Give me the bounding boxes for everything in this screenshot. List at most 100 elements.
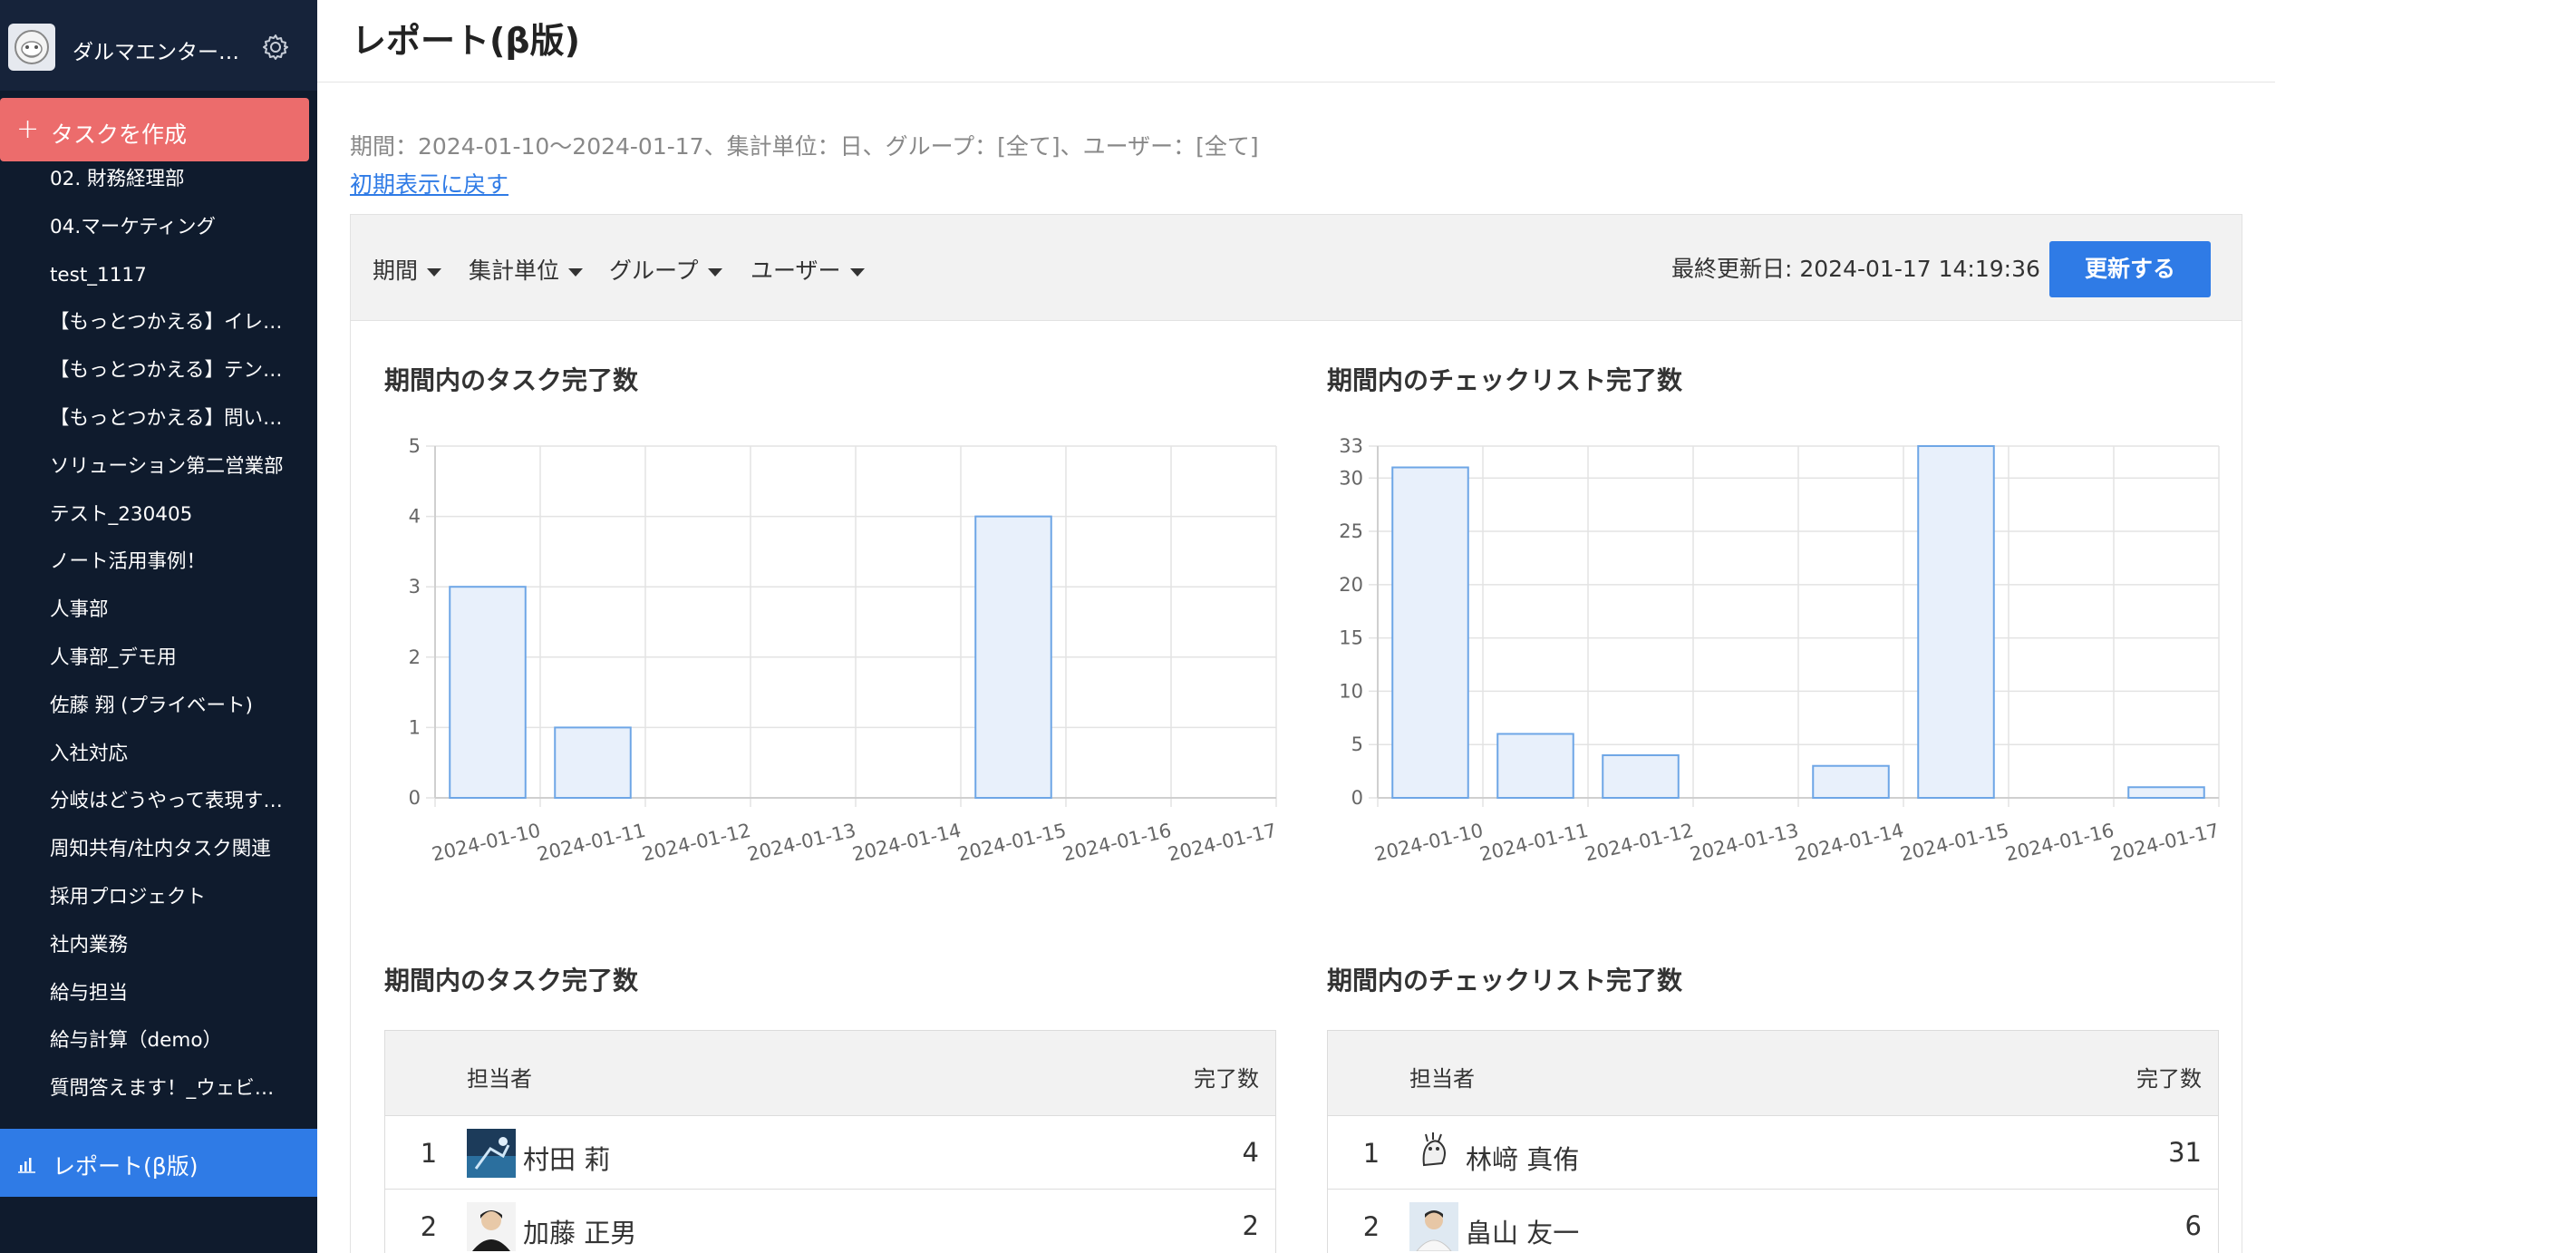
sidebar-item-project[interactable]: ノート活用事例！: [0, 542, 317, 590]
chart-bar: [554, 726, 632, 799]
avatar: [467, 1129, 516, 1178]
caret-down-icon: [568, 267, 584, 277]
y-tick-label: 15: [1339, 627, 1363, 649]
sidebar-item-project[interactable]: 給与計算（demo）: [0, 1021, 317, 1069]
sidebar-item-project[interactable]: 04.マーケティング: [0, 208, 317, 256]
sidebar-item-project[interactable]: 【もっとつかえる】問い…: [0, 399, 317, 447]
sidebar-item-label: レポート(β版): [53, 1153, 199, 1180]
user-dropdown[interactable]: ユーザー: [751, 253, 865, 286]
rank-number: 1: [420, 1138, 438, 1169]
column-header-assignee: 担当者: [467, 1066, 532, 1092]
y-tick-label: 20: [1339, 574, 1363, 596]
task-ranking-table: 担当者 完了数 1 村田 莉 4 2 加藤 正男 2: [384, 1030, 1276, 1253]
sidebar-item-project[interactable]: 質問答えます！_ウェビ…: [0, 1069, 317, 1117]
update-button[interactable]: 更新する: [2049, 241, 2211, 297]
table-header: 担当者 完了数: [385, 1031, 1275, 1116]
x-tick-label: 2024-01-12: [1583, 820, 1695, 866]
sidebar-item-project[interactable]: 【もっとつかえる】イレ…: [0, 303, 317, 351]
assignee-name: 畠山 友一: [1466, 1218, 1580, 1248]
caret-down-icon: [849, 267, 865, 277]
y-tick-label: 5: [409, 435, 421, 457]
column-header-count: 完了数: [1194, 1066, 1259, 1092]
sidebar-item-project[interactable]: 周知共有/社内タスク関連: [0, 830, 317, 878]
sidebar-item-project[interactable]: ソリューション第二営業部: [0, 447, 317, 495]
checklist-ranking-title: 期間内のチェックリスト完了数: [1327, 966, 1683, 996]
x-tick-label: 2024-01-13: [1688, 820, 1800, 866]
task-ranking-title: 期間内のタスク完了数: [384, 966, 639, 996]
assignee-name: 林﨑 真侑: [1466, 1144, 1580, 1175]
x-tick-label: 2024-01-15: [1898, 820, 2010, 866]
x-tick-label: 2024-01-16: [2003, 820, 2116, 866]
group-dropdown[interactable]: グループ: [609, 253, 722, 286]
avatar: [467, 1202, 516, 1251]
checklist-chart-title: 期間内のチェックリスト完了数: [1327, 365, 1683, 395]
sidebar: ダルマエンター… + タスクを作成 02. 財務経理部 04.マーケティング tes…: [0, 0, 317, 1253]
page-title: レポート(β版): [352, 21, 580, 61]
workspace-avatar[interactable]: [8, 24, 55, 71]
chart-bar: [1812, 764, 1890, 799]
chart-bar: [2127, 786, 2205, 800]
divider: [317, 82, 2275, 83]
completion-count: 2: [1242, 1210, 1259, 1241]
x-tick-label: 2024-01-14: [850, 820, 963, 866]
create-task-button[interactable]: + タスクを作成: [0, 98, 309, 161]
completion-count: 6: [2184, 1210, 2202, 1241]
table-row: 1 林﨑 真侑 31: [1328, 1116, 2218, 1190]
workspace-name[interactable]: ダルマエンター…: [73, 34, 245, 65]
caret-down-icon: [707, 267, 722, 277]
x-tick-label: 2024-01-13: [745, 820, 857, 866]
chart-bar: [449, 586, 527, 799]
caret-down-icon: [427, 267, 442, 277]
avatar: [1409, 1202, 1458, 1251]
sidebar-item-project[interactable]: 人事部: [0, 590, 317, 638]
checklist-completion-chart: 051015202530332024-01-102024-01-112024-0…: [1339, 435, 2221, 866]
plus-icon: +: [16, 113, 40, 145]
bar-chart-icon: [16, 1154, 36, 1174]
rank-number: 2: [420, 1211, 438, 1242]
reset-view-link[interactable]: 初期表示に戻す: [350, 167, 508, 199]
sidebar-item-project[interactable]: テスト_230405: [0, 495, 317, 543]
task-completion-chart: 0123452024-01-102024-01-112024-01-122024…: [409, 435, 1279, 866]
sidebar-item-project[interactable]: 02. 財務経理部: [0, 160, 317, 208]
unit-dropdown[interactable]: 集計単位: [469, 253, 584, 286]
sidebar-item-project[interactable]: 佐藤 翔 (プライベート): [0, 686, 317, 734]
x-tick-label: 2024-01-17: [1166, 820, 1278, 866]
filter-summary: 期間：2024-01-10〜2024-01-17、集計単位：日、グループ：[全て…: [350, 133, 1259, 160]
y-tick-label: 30: [1339, 467, 1363, 489]
y-tick-label: 0: [409, 787, 421, 809]
assignee-name: 加藤 正男: [523, 1218, 637, 1248]
sidebar-item-project[interactable]: 人事部_デモ用: [0, 638, 317, 686]
table-row: 1 村田 莉 4: [385, 1116, 1275, 1190]
period-dropdown[interactable]: 期間: [373, 253, 442, 286]
gear-icon[interactable]: [261, 33, 290, 62]
avatar: [1409, 1129, 1458, 1178]
checklist-ranking-table: 担当者 完了数 1 林﨑 真侑 31 2 畠山 友一 6: [1327, 1030, 2219, 1253]
sidebar-item-project[interactable]: 入社対応: [0, 734, 317, 782]
sidebar-item-project[interactable]: 分岐はどうやって表現す…: [0, 782, 317, 830]
table-row: 2 畠山 友一 6: [1328, 1190, 2218, 1253]
y-tick-label: 3: [409, 576, 421, 597]
table-row: 2 加藤 正男 2: [385, 1190, 1275, 1253]
rank-number: 1: [1362, 1138, 1380, 1169]
chart-bar: [1496, 733, 1574, 800]
y-tick-label: 33: [1339, 435, 1363, 457]
completion-count: 31: [2168, 1137, 2202, 1168]
sidebar-item-project[interactable]: 給与担当: [0, 974, 317, 1022]
sidebar-item-project[interactable]: 【もっとつかえる】テン…: [0, 351, 317, 399]
workspace-header: ダルマエンター…: [0, 0, 317, 91]
chart-bar: [1602, 753, 1680, 799]
sidebar-item-project[interactable]: 社内業務: [0, 926, 317, 974]
column-header-count: 完了数: [2136, 1066, 2202, 1092]
unit-dropdown-label: 集計単位: [469, 257, 560, 284]
y-tick-label: 0: [1351, 787, 1363, 809]
y-tick-label: 1: [409, 716, 421, 738]
task-chart-title: 期間内のタスク完了数: [384, 365, 639, 395]
sidebar-item-project[interactable]: 採用プロジェクト: [0, 878, 317, 926]
y-tick-label: 4: [409, 506, 421, 528]
sidebar-item-project[interactable]: test_1117: [0, 256, 317, 304]
y-tick-label: 5: [1351, 733, 1363, 755]
sidebar-item-report[interactable]: レポート(β版): [0, 1129, 317, 1197]
report-toolbar: 期間 集計単位 グループ ユーザー 最終更新日: 2024-01-17 14:1…: [350, 214, 2242, 321]
x-tick-label: 2024-01-11: [1477, 820, 1590, 866]
user-dropdown-label: ユーザー: [751, 257, 841, 284]
